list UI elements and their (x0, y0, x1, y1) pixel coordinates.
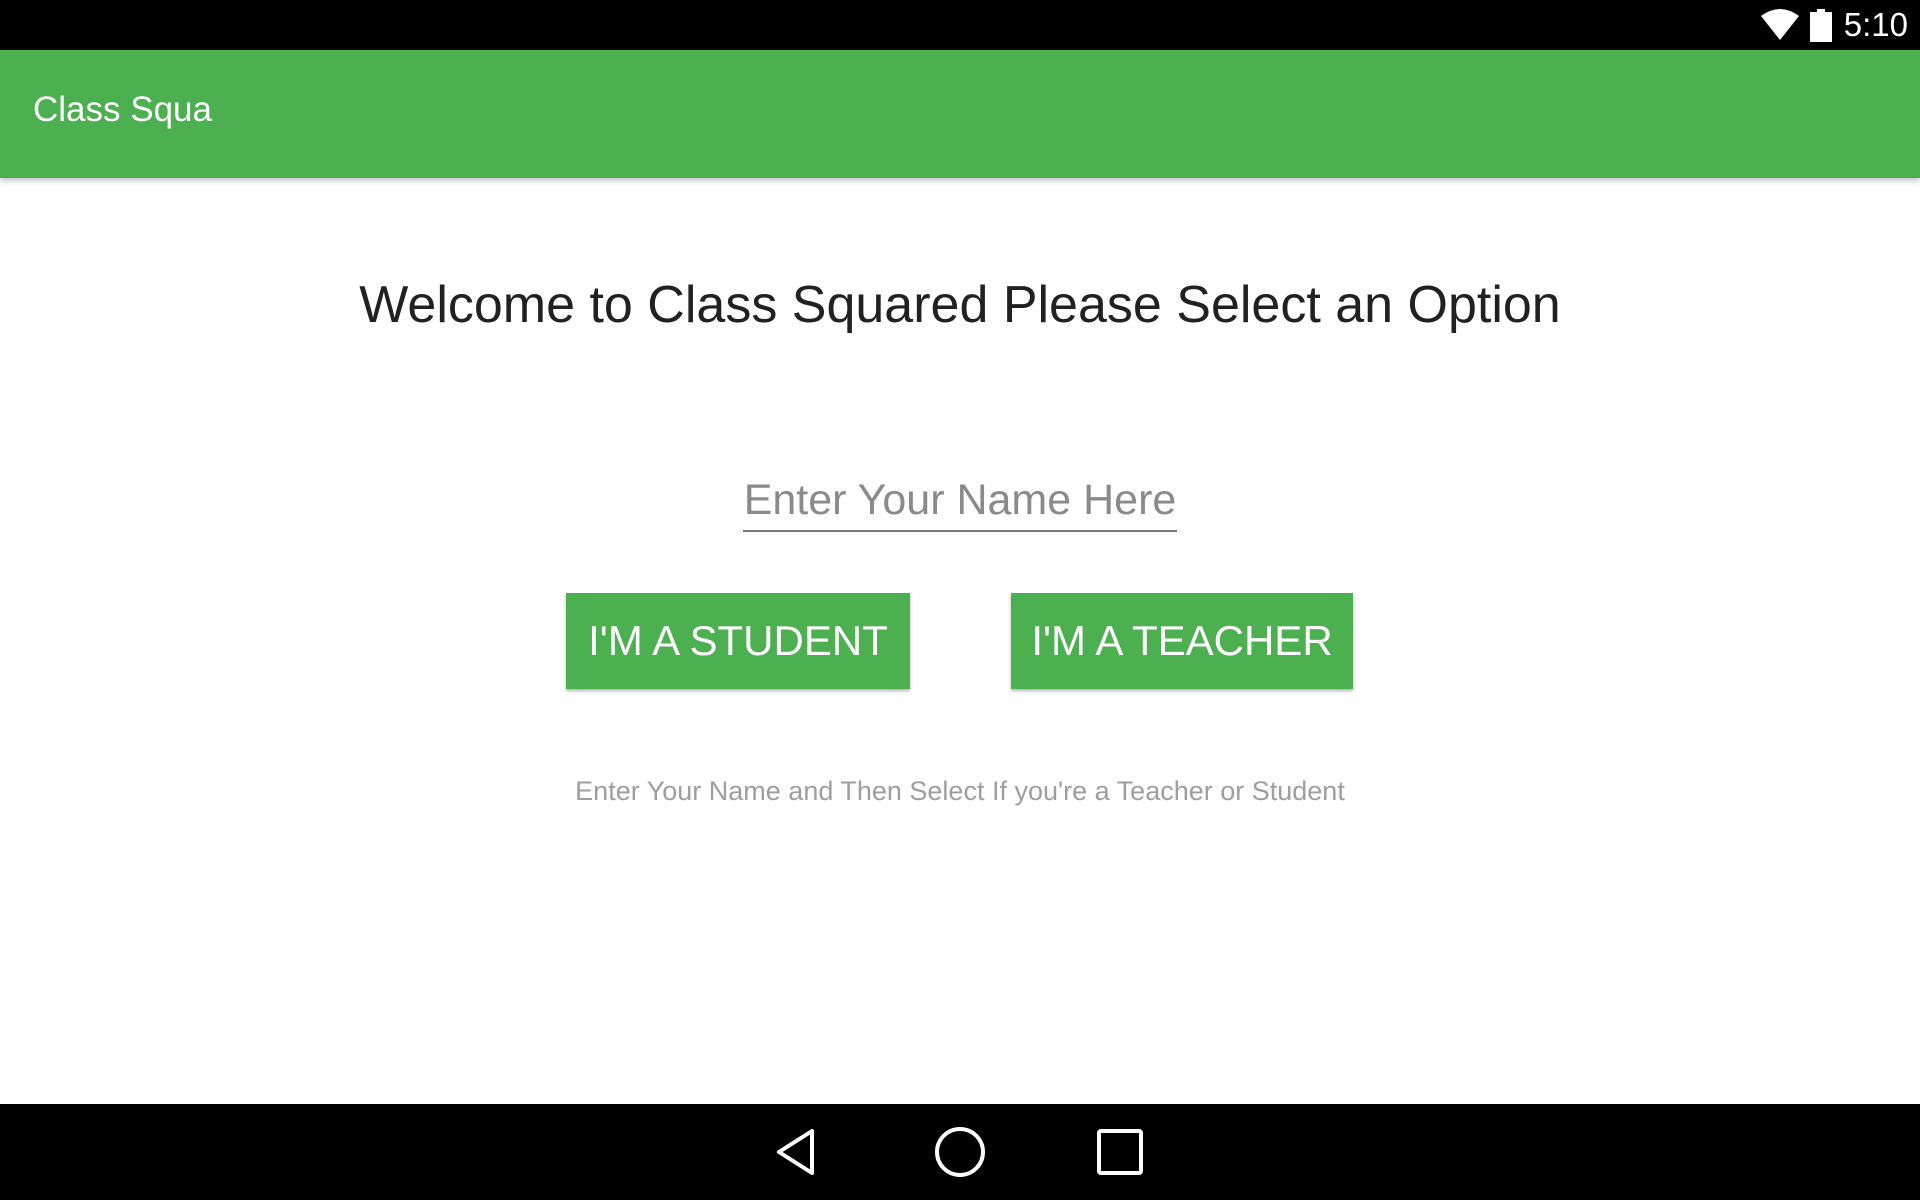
hint-text: Enter Your Name and Then Select If you'r… (575, 776, 1345, 806)
app-title: Class Squa (33, 90, 212, 129)
teacher-button[interactable]: I'M A TEACHER (1011, 593, 1353, 689)
wifi-icon (1760, 9, 1799, 40)
student-button[interactable]: I'M A STUDENT (566, 593, 910, 689)
screen: 5:10 Class Squa Welcome to Class Squared… (0, 0, 1920, 1200)
name-input[interactable] (743, 470, 1177, 532)
app-bar: Class Squa (0, 50, 1920, 178)
status-clock: 5:10 (1843, 6, 1908, 43)
status-icons: 5:10 (1760, 0, 1908, 50)
battery-icon (1809, 8, 1832, 42)
back-icon[interactable] (768, 1122, 828, 1182)
welcome-heading: Welcome to Class Squared Please Select a… (359, 276, 1561, 334)
home-icon[interactable] (930, 1122, 990, 1182)
status-bar: 5:10 (0, 0, 1920, 50)
navigation-bar (0, 1104, 1920, 1200)
recents-icon[interactable] (1090, 1122, 1150, 1182)
